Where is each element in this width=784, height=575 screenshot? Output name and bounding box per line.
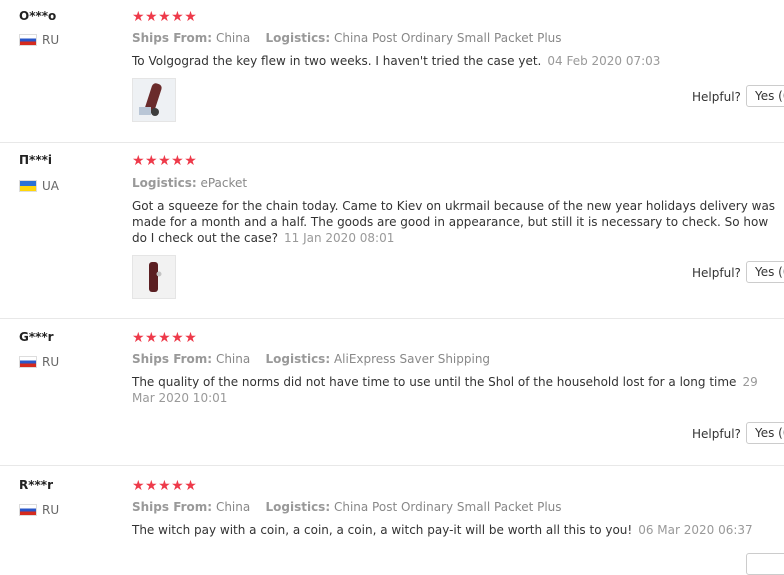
shipping-info: Logistics: ePacket (132, 176, 247, 190)
review-text: The witch pay with a coin, a coin, a coi… (132, 522, 780, 538)
helpful-yes-button[interactable]: Yes (0 (746, 422, 784, 444)
logistics-value: AliExpress Saver Shipping (333, 352, 491, 366)
review-date: 06 Mar 2020 06:37 (638, 523, 753, 537)
reviewer-country: RU (19, 33, 59, 47)
reviewer-name: O***o (19, 9, 57, 23)
russia-flag-icon (19, 34, 37, 46)
reviewer-country: RU (19, 355, 59, 369)
key-case-photo-icon (133, 256, 175, 298)
ukraine-flag-icon (19, 180, 37, 192)
country-code: RU (42, 503, 60, 517)
helpful-label: Helpful? (692, 266, 741, 280)
helpful-yes-button[interactable]: Yes (0 (746, 85, 784, 107)
review-content: Got a squeeze for the chain today. Came … (132, 199, 776, 245)
logistics-label: Logistics: (265, 500, 331, 514)
logistics-label: Logistics: (265, 352, 331, 366)
star-rating: ★★★★★ (132, 478, 198, 494)
review-content: To Volgograd the key flew in two weeks. … (132, 54, 542, 68)
ships-from-label: Ships From: (132, 352, 213, 366)
review-text: Got a squeeze for the chain today. Came … (132, 198, 780, 246)
logistics-value: China Post Ordinary Small Packet Plus (333, 500, 562, 514)
review-divider (0, 318, 784, 319)
logistics-value: ePacket (200, 176, 248, 190)
star-rating: ★★★★★ (132, 153, 198, 169)
review-photo-thumbnail[interactable] (132, 255, 176, 299)
country-code: RU (42, 355, 60, 369)
review-date: 04 Feb 2020 07:03 (547, 54, 661, 68)
reviewer-country: UA (19, 179, 59, 193)
reviewer-name: G***r (19, 330, 54, 344)
logistics-label: Logistics: (132, 176, 197, 190)
logistics-value: China Post Ordinary Small Packet Plus (333, 31, 562, 45)
logistics-label: Logistics: (265, 31, 331, 45)
ships-from-value: China (215, 352, 251, 366)
country-code: RU (42, 33, 60, 47)
ships-from-value: China (215, 500, 251, 514)
review-text: To Volgograd the key flew in two weeks. … (132, 53, 780, 69)
country-code: UA (42, 179, 59, 193)
reviewer-country: RU (19, 503, 59, 517)
review-divider (0, 465, 784, 466)
review-content: The witch pay with a coin, a coin, a coi… (132, 523, 633, 537)
reviewer-name: R***r (19, 478, 53, 492)
review-text: The quality of the norms did not have ti… (132, 374, 780, 406)
shipping-info: Ships From: China Logistics: China Post … (132, 500, 562, 514)
key-case-photo-icon (133, 79, 175, 121)
review-photo-thumbnail[interactable] (132, 78, 176, 122)
helpful-label: Helpful? (692, 90, 741, 104)
shipping-info: Ships From: China Logistics: China Post … (132, 31, 562, 45)
review-date: 11 Jan 2020 08:01 (284, 231, 395, 245)
ships-from-label: Ships From: (132, 500, 213, 514)
helpful-yes-button[interactable]: Yes (0 (746, 261, 784, 283)
star-rating: ★★★★★ (132, 330, 198, 346)
ships-from-label: Ships From: (132, 31, 213, 45)
review-content: The quality of the norms did not have ti… (132, 375, 737, 389)
review-divider (0, 142, 784, 143)
helpful-yes-button[interactable] (746, 553, 784, 575)
russia-flag-icon (19, 356, 37, 368)
reviewer-name: П***і (19, 153, 52, 167)
russia-flag-icon (19, 504, 37, 516)
shipping-info: Ships From: China Logistics: AliExpress … (132, 352, 490, 366)
ships-from-value: China (215, 31, 251, 45)
helpful-label: Helpful? (692, 427, 741, 441)
star-rating: ★★★★★ (132, 9, 198, 25)
